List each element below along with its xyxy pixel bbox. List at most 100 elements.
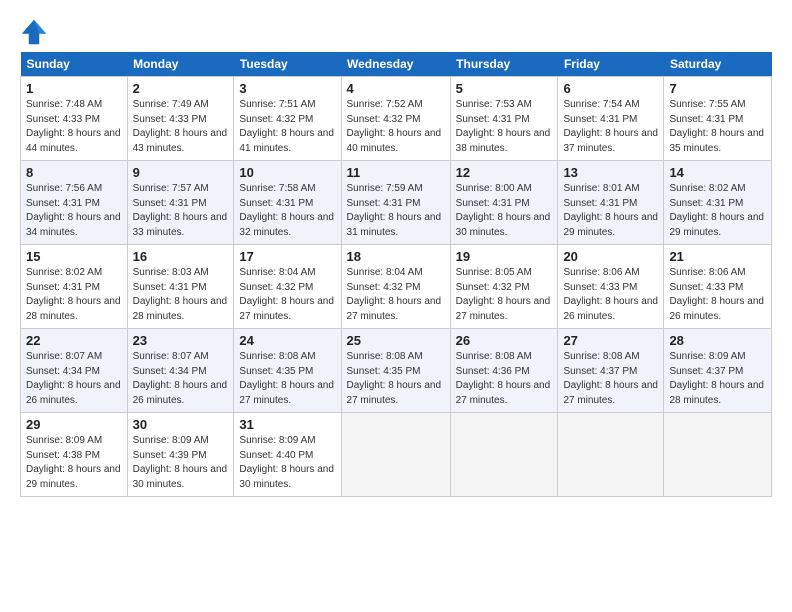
week-row-4: 22 Sunrise: 8:07 AMSunset: 4:34 PMDaylig… (21, 329, 772, 413)
day-info: Sunrise: 7:55 AMSunset: 4:31 PMDaylight:… (669, 99, 764, 154)
week-row-3: 15 Sunrise: 8:02 AMSunset: 4:31 PMDaylig… (21, 245, 772, 329)
calendar-cell: 29 Sunrise: 8:09 AMSunset: 4:38 PMDaylig… (21, 413, 128, 497)
day-number: 29 (26, 417, 122, 432)
calendar-cell: 26 Sunrise: 8:08 AMSunset: 4:36 PMDaylig… (450, 329, 558, 413)
day-info: Sunrise: 7:49 AMSunset: 4:33 PMDaylight:… (133, 99, 228, 154)
calendar-cell: 1 Sunrise: 7:48 AMSunset: 4:33 PMDayligh… (21, 77, 128, 161)
day-number: 6 (563, 81, 658, 96)
week-row-5: 29 Sunrise: 8:09 AMSunset: 4:38 PMDaylig… (21, 413, 772, 497)
day-info: Sunrise: 8:09 AMSunset: 4:37 PMDaylight:… (669, 351, 764, 406)
day-number: 14 (669, 165, 766, 180)
day-number: 21 (669, 249, 766, 264)
calendar-cell: 8 Sunrise: 7:56 AMSunset: 4:31 PMDayligh… (21, 161, 128, 245)
calendar-cell: 27 Sunrise: 8:08 AMSunset: 4:37 PMDaylig… (558, 329, 664, 413)
day-number: 22 (26, 333, 122, 348)
day-info: Sunrise: 8:03 AMSunset: 4:31 PMDaylight:… (133, 267, 228, 322)
day-info: Sunrise: 8:07 AMSunset: 4:34 PMDaylight:… (26, 351, 121, 406)
day-number: 20 (563, 249, 658, 264)
calendar-cell: 25 Sunrise: 8:08 AMSunset: 4:35 PMDaylig… (341, 329, 450, 413)
calendar-cell: 28 Sunrise: 8:09 AMSunset: 4:37 PMDaylig… (664, 329, 772, 413)
day-number: 19 (456, 249, 553, 264)
calendar-cell: 15 Sunrise: 8:02 AMSunset: 4:31 PMDaylig… (21, 245, 128, 329)
page: SundayMondayTuesdayWednesdayThursdayFrid… (0, 0, 792, 507)
week-row-1: 1 Sunrise: 7:48 AMSunset: 4:33 PMDayligh… (21, 77, 772, 161)
day-info: Sunrise: 8:08 AMSunset: 4:37 PMDaylight:… (563, 351, 658, 406)
day-info: Sunrise: 8:09 AMSunset: 4:40 PMDaylight:… (239, 435, 334, 490)
day-header-row: SundayMondayTuesdayWednesdayThursdayFrid… (21, 52, 772, 77)
day-number: 2 (133, 81, 229, 96)
day-info: Sunrise: 7:56 AMSunset: 4:31 PMDaylight:… (26, 183, 121, 238)
day-header-sunday: Sunday (21, 52, 128, 77)
calendar-cell: 23 Sunrise: 8:07 AMSunset: 4:34 PMDaylig… (127, 329, 234, 413)
day-info: Sunrise: 7:54 AMSunset: 4:31 PMDaylight:… (563, 99, 658, 154)
day-number: 23 (133, 333, 229, 348)
header (20, 18, 772, 46)
day-number: 5 (456, 81, 553, 96)
day-info: Sunrise: 8:04 AMSunset: 4:32 PMDaylight:… (239, 267, 334, 322)
day-number: 10 (239, 165, 335, 180)
day-number: 24 (239, 333, 335, 348)
day-info: Sunrise: 8:08 AMSunset: 4:35 PMDaylight:… (239, 351, 334, 406)
day-info: Sunrise: 8:05 AMSunset: 4:32 PMDaylight:… (456, 267, 551, 322)
calendar-cell (341, 413, 450, 497)
day-number: 25 (347, 333, 445, 348)
calendar-cell (450, 413, 558, 497)
calendar-cell: 14 Sunrise: 8:02 AMSunset: 4:31 PMDaylig… (664, 161, 772, 245)
day-number: 9 (133, 165, 229, 180)
day-header-wednesday: Wednesday (341, 52, 450, 77)
calendar-cell: 10 Sunrise: 7:58 AMSunset: 4:31 PMDaylig… (234, 161, 341, 245)
day-number: 11 (347, 165, 445, 180)
day-info: Sunrise: 7:58 AMSunset: 4:31 PMDaylight:… (239, 183, 334, 238)
calendar-cell: 7 Sunrise: 7:55 AMSunset: 4:31 PMDayligh… (664, 77, 772, 161)
day-info: Sunrise: 8:08 AMSunset: 4:35 PMDaylight:… (347, 351, 442, 406)
day-info: Sunrise: 7:53 AMSunset: 4:31 PMDaylight:… (456, 99, 551, 154)
day-info: Sunrise: 8:07 AMSunset: 4:34 PMDaylight:… (133, 351, 228, 406)
day-header-friday: Friday (558, 52, 664, 77)
logo-icon (20, 18, 48, 46)
day-header-tuesday: Tuesday (234, 52, 341, 77)
day-info: Sunrise: 8:09 AMSunset: 4:38 PMDaylight:… (26, 435, 121, 490)
day-number: 31 (239, 417, 335, 432)
day-number: 8 (26, 165, 122, 180)
day-number: 17 (239, 249, 335, 264)
day-number: 12 (456, 165, 553, 180)
day-number: 4 (347, 81, 445, 96)
day-number: 16 (133, 249, 229, 264)
calendar-cell: 21 Sunrise: 8:06 AMSunset: 4:33 PMDaylig… (664, 245, 772, 329)
calendar-cell: 11 Sunrise: 7:59 AMSunset: 4:31 PMDaylig… (341, 161, 450, 245)
calendar-cell: 5 Sunrise: 7:53 AMSunset: 4:31 PMDayligh… (450, 77, 558, 161)
calendar-cell: 31 Sunrise: 8:09 AMSunset: 4:40 PMDaylig… (234, 413, 341, 497)
calendar-cell: 3 Sunrise: 7:51 AMSunset: 4:32 PMDayligh… (234, 77, 341, 161)
day-info: Sunrise: 8:02 AMSunset: 4:31 PMDaylight:… (669, 183, 764, 238)
calendar-table: SundayMondayTuesdayWednesdayThursdayFrid… (20, 52, 772, 497)
day-info: Sunrise: 8:06 AMSunset: 4:33 PMDaylight:… (669, 267, 764, 322)
calendar-cell: 30 Sunrise: 8:09 AMSunset: 4:39 PMDaylig… (127, 413, 234, 497)
calendar-cell (664, 413, 772, 497)
day-number: 3 (239, 81, 335, 96)
calendar-cell: 4 Sunrise: 7:52 AMSunset: 4:32 PMDayligh… (341, 77, 450, 161)
calendar-cell: 2 Sunrise: 7:49 AMSunset: 4:33 PMDayligh… (127, 77, 234, 161)
day-header-saturday: Saturday (664, 52, 772, 77)
day-number: 18 (347, 249, 445, 264)
calendar-cell: 12 Sunrise: 8:00 AMSunset: 4:31 PMDaylig… (450, 161, 558, 245)
day-header-thursday: Thursday (450, 52, 558, 77)
day-info: Sunrise: 7:52 AMSunset: 4:32 PMDaylight:… (347, 99, 442, 154)
calendar-cell: 6 Sunrise: 7:54 AMSunset: 4:31 PMDayligh… (558, 77, 664, 161)
calendar-cell: 9 Sunrise: 7:57 AMSunset: 4:31 PMDayligh… (127, 161, 234, 245)
day-number: 7 (669, 81, 766, 96)
calendar-cell: 13 Sunrise: 8:01 AMSunset: 4:31 PMDaylig… (558, 161, 664, 245)
calendar-cell: 18 Sunrise: 8:04 AMSunset: 4:32 PMDaylig… (341, 245, 450, 329)
calendar-cell: 17 Sunrise: 8:04 AMSunset: 4:32 PMDaylig… (234, 245, 341, 329)
day-info: Sunrise: 7:57 AMSunset: 4:31 PMDaylight:… (133, 183, 228, 238)
day-info: Sunrise: 7:51 AMSunset: 4:32 PMDaylight:… (239, 99, 334, 154)
week-row-2: 8 Sunrise: 7:56 AMSunset: 4:31 PMDayligh… (21, 161, 772, 245)
day-number: 30 (133, 417, 229, 432)
day-info: Sunrise: 8:04 AMSunset: 4:32 PMDaylight:… (347, 267, 442, 322)
day-number: 15 (26, 249, 122, 264)
day-info: Sunrise: 8:06 AMSunset: 4:33 PMDaylight:… (563, 267, 658, 322)
day-info: Sunrise: 8:08 AMSunset: 4:36 PMDaylight:… (456, 351, 551, 406)
day-info: Sunrise: 7:59 AMSunset: 4:31 PMDaylight:… (347, 183, 442, 238)
day-number: 13 (563, 165, 658, 180)
calendar-cell (558, 413, 664, 497)
day-header-monday: Monday (127, 52, 234, 77)
